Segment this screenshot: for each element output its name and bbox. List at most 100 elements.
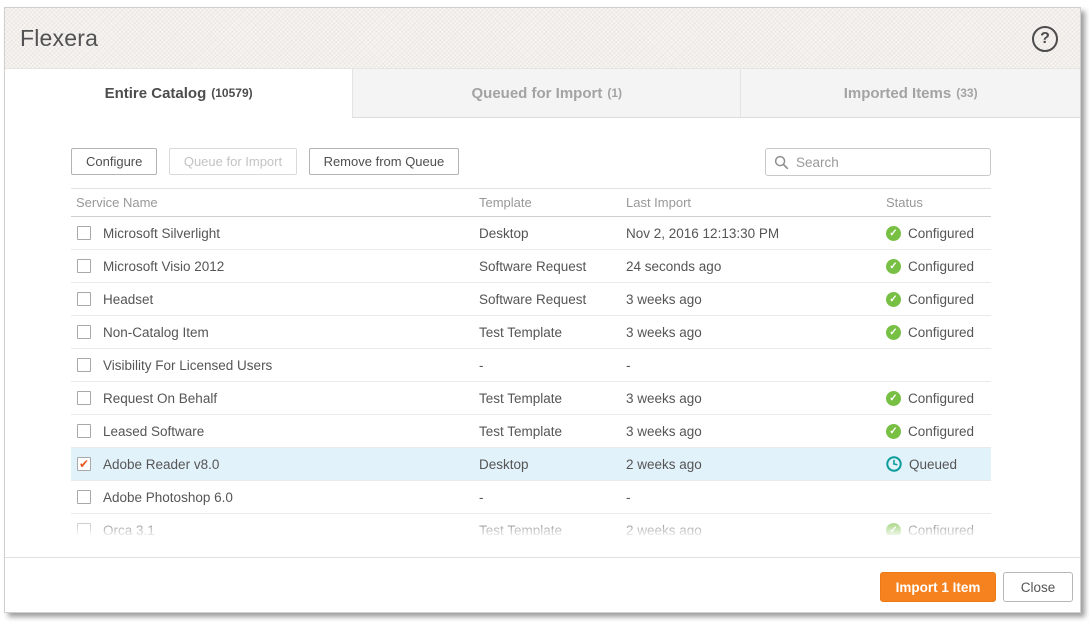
last-import-cell: 3 weeks ago bbox=[626, 391, 886, 406]
tab-imported-items[interactable]: Imported Items (33) bbox=[740, 69, 1080, 118]
status-label: Configured bbox=[908, 292, 974, 307]
tab-label: Queued for Import bbox=[471, 85, 602, 102]
template-cell: Software Request bbox=[479, 259, 626, 274]
last-import-cell: Nov 2, 2016 12:13:30 PM bbox=[626, 226, 886, 241]
tab-label: Entire Catalog bbox=[105, 85, 207, 102]
status-cell: ✓ Configured bbox=[886, 523, 989, 536]
queue-for-import-button[interactable]: Queue for Import bbox=[169, 148, 297, 175]
table-header: Service Name Template Last Import Status bbox=[71, 188, 991, 217]
dialog-header: Flexera ? bbox=[5, 8, 1080, 69]
tab-label: Imported Items bbox=[844, 85, 952, 102]
last-import-cell: 2 weeks ago bbox=[626, 457, 886, 472]
status-label: Configured bbox=[908, 424, 974, 439]
tab-entire-catalog[interactable]: Entire Catalog (10579) bbox=[5, 69, 352, 118]
status-label: Configured bbox=[908, 259, 974, 274]
status-cell: ✓ Configured bbox=[886, 292, 989, 307]
table-row[interactable]: Orca 3.1 Test Template 2 weeks ago ✓ Con… bbox=[71, 514, 991, 535]
template-cell: - bbox=[479, 358, 626, 373]
last-import-cell: - bbox=[626, 358, 886, 373]
status-cell: ✓ Configured bbox=[886, 259, 989, 274]
column-header-status[interactable]: Status bbox=[886, 195, 989, 210]
status-label: Configured bbox=[908, 325, 974, 340]
service-name-cell: Microsoft Silverlight bbox=[103, 226, 220, 241]
status-label: Configured bbox=[908, 391, 974, 406]
table-row[interactable]: Adobe Photoshop 6.0 - - bbox=[71, 481, 991, 514]
help-icon[interactable]: ? bbox=[1032, 26, 1058, 52]
table-row[interactable]: Visibility For Licensed Users - - bbox=[71, 349, 991, 382]
tab-queued-for-import[interactable]: Queued for Import (1) bbox=[352, 69, 740, 118]
configured-check-icon: ✓ bbox=[886, 259, 901, 274]
close-button[interactable]: Close bbox=[1003, 572, 1073, 602]
table-row[interactable]: Headset Software Request 3 weeks ago ✓ C… bbox=[71, 283, 991, 316]
template-cell: Software Request bbox=[479, 292, 626, 307]
status-cell: Queued bbox=[886, 456, 989, 472]
template-cell: Test Template bbox=[479, 325, 626, 340]
status-cell: ✓ Configured bbox=[886, 325, 989, 340]
table-row[interactable]: Microsoft Visio 2012 Software Request 24… bbox=[71, 250, 991, 283]
service-name-cell: Adobe Photoshop 6.0 bbox=[103, 490, 233, 505]
row-checkbox[interactable]: ✔ bbox=[77, 457, 91, 471]
service-name-cell: Microsoft Visio 2012 bbox=[103, 259, 224, 274]
table-body: Microsoft Silverlight Desktop Nov 2, 201… bbox=[71, 217, 991, 535]
configure-button[interactable]: Configure bbox=[71, 148, 157, 175]
last-import-cell: 3 weeks ago bbox=[626, 292, 886, 307]
row-checkbox[interactable] bbox=[77, 358, 91, 372]
row-checkbox[interactable] bbox=[77, 226, 91, 240]
template-cell: Test Template bbox=[479, 391, 626, 406]
row-checkbox[interactable] bbox=[77, 259, 91, 273]
table-row[interactable]: Request On Behalf Test Template 3 weeks … bbox=[71, 382, 991, 415]
status-label: Queued bbox=[909, 457, 957, 472]
flexera-catalog-dialog: Flexera ? Entire Catalog (10579) Queued … bbox=[4, 7, 1081, 613]
row-checkbox[interactable] bbox=[77, 523, 91, 535]
row-checkbox[interactable] bbox=[77, 391, 91, 405]
tab-count: (1) bbox=[607, 86, 622, 100]
template-cell: Desktop bbox=[479, 457, 626, 472]
column-header-service-name[interactable]: Service Name bbox=[71, 195, 479, 210]
template-cell: Desktop bbox=[479, 226, 626, 241]
tab-bar: Entire Catalog (10579) Queued for Import… bbox=[5, 69, 1080, 118]
configured-check-icon: ✓ bbox=[886, 226, 901, 241]
search-box bbox=[765, 148, 991, 176]
column-header-last-import[interactable]: Last Import bbox=[626, 195, 886, 210]
service-name-cell: Visibility For Licensed Users bbox=[103, 358, 272, 373]
service-name-cell: Non-Catalog Item bbox=[103, 325, 209, 340]
search-icon bbox=[774, 155, 789, 170]
template-cell: - bbox=[479, 490, 626, 505]
configured-check-icon: ✓ bbox=[886, 325, 901, 340]
status-cell: ✓ Configured bbox=[886, 391, 989, 406]
last-import-cell: 3 weeks ago bbox=[626, 325, 886, 340]
tab-count: (33) bbox=[956, 86, 977, 100]
template-cell: Test Template bbox=[479, 523, 626, 536]
configured-check-icon: ✓ bbox=[886, 292, 901, 307]
table-row[interactable]: Microsoft Silverlight Desktop Nov 2, 201… bbox=[71, 217, 991, 250]
last-import-cell: 3 weeks ago bbox=[626, 424, 886, 439]
configured-check-icon: ✓ bbox=[886, 391, 901, 406]
row-checkbox[interactable] bbox=[77, 292, 91, 306]
status-cell: ✓ Configured bbox=[886, 424, 989, 439]
row-checkbox[interactable] bbox=[77, 325, 91, 339]
status-cell: ✓ Configured bbox=[886, 226, 989, 241]
configured-check-icon: ✓ bbox=[886, 424, 901, 439]
row-checkbox[interactable] bbox=[77, 490, 91, 504]
status-label: Configured bbox=[908, 523, 974, 536]
last-import-cell: 24 seconds ago bbox=[626, 259, 886, 274]
page-title: Flexera bbox=[20, 25, 98, 52]
toolbar: Configure Queue for Import Remove from Q… bbox=[71, 148, 991, 176]
last-import-cell: 2 weeks ago bbox=[626, 523, 886, 536]
table-row[interactable]: Non-Catalog Item Test Template 3 weeks a… bbox=[71, 316, 991, 349]
table-row[interactable]: Leased Software Test Template 3 weeks ag… bbox=[71, 415, 991, 448]
dialog-footer: Import 1 Item Close bbox=[5, 557, 1080, 612]
service-name-cell: Orca 3.1 bbox=[103, 523, 155, 536]
table-row[interactable]: ✔ Adobe Reader v8.0 Desktop 2 weeks ago … bbox=[71, 448, 991, 481]
import-button[interactable]: Import 1 Item bbox=[880, 572, 996, 602]
remove-from-queue-button[interactable]: Remove from Queue bbox=[309, 148, 460, 175]
status-label: Configured bbox=[908, 226, 974, 241]
tab-count: (10579) bbox=[211, 86, 252, 100]
search-input[interactable] bbox=[796, 155, 982, 170]
column-header-template[interactable]: Template bbox=[479, 195, 626, 210]
configured-check-icon: ✓ bbox=[886, 523, 901, 536]
service-name-cell: Leased Software bbox=[103, 424, 204, 439]
service-name-cell: Headset bbox=[103, 292, 153, 307]
row-checkbox[interactable] bbox=[77, 424, 91, 438]
template-cell: Test Template bbox=[479, 424, 626, 439]
